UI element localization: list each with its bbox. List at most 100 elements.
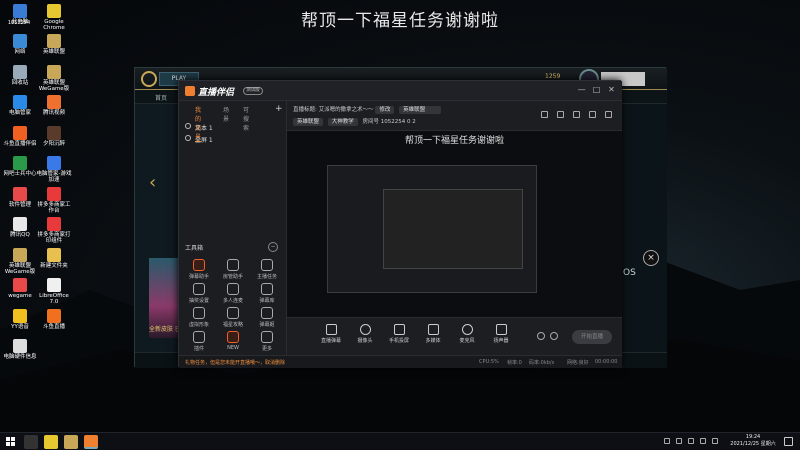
tool-button[interactable]: 主播任务: [250, 259, 284, 280]
desktop-shortcut[interactable]: 软件管理: [2, 186, 38, 208]
start-button[interactable]: [6, 437, 16, 447]
tool-button[interactable]: 弹幕助手: [182, 259, 216, 280]
ime-icon[interactable]: [712, 438, 718, 444]
tool-button[interactable]: 插件: [182, 331, 216, 352]
eye-icon[interactable]: [185, 123, 191, 129]
desktop-shortcut-label: 腾讯QQ: [10, 232, 30, 238]
tool-button[interactable]: 多人连麦: [216, 283, 250, 304]
desktop-shortcut-label: wegame: [8, 293, 32, 299]
volume-icon[interactable]: [688, 438, 694, 444]
carousel-prev-icon[interactable]: ‹: [149, 172, 156, 193]
desktop-shortcut[interactable]: LibreOffice 7.0: [36, 278, 72, 305]
currency-balance: 1259: [545, 73, 561, 80]
os-label: OS: [623, 268, 636, 278]
desktop-shortcut[interactable]: 英雄联盟 WeGame版: [2, 247, 38, 275]
tool-button[interactable]: 弹幕库: [250, 283, 284, 304]
stream-info-bar: 直播标题: 艾派嗯的撒拿之术～～ 修改 英雄联盟 英雄联盟 大神教学 房间号 1…: [287, 101, 622, 131]
desktop-shortcut[interactable]: YY语音: [2, 308, 38, 330]
taskbar: 19:24 2021/12/25 星期六: [0, 432, 800, 450]
desktop-shortcut[interactable]: 斗鱼直播: [36, 308, 72, 330]
category-select[interactable]: 英雄联盟: [399, 106, 442, 114]
fps: 帧率:0: [507, 360, 522, 366]
desktop-shortcut[interactable]: 斗鱼直播伴侣: [2, 125, 38, 147]
lol-icon[interactable]: [64, 435, 78, 449]
control-camera-button[interactable]: 摄像头: [351, 324, 379, 344]
control-phone-cast-button[interactable]: 手机投屏: [385, 324, 413, 344]
desktop-shortcut[interactable]: 英雄联盟 WeGame版: [36, 64, 72, 92]
share-icon[interactable]: [573, 111, 581, 118]
shield-icon[interactable]: [700, 438, 706, 444]
desktop-shortcut[interactable]: 英雄联盟: [36, 34, 72, 55]
desktop-shortcut[interactable]: 网吧士兵中心: [2, 156, 38, 177]
edit-button[interactable]: 修改: [375, 106, 395, 114]
tool-button[interactable]: NEW: [216, 331, 250, 351]
desktop-shortcut[interactable]: 腾讯视频: [36, 95, 72, 116]
desktop-shortcut[interactable]: 拼多多商家打印组件: [36, 217, 72, 244]
minimize-icon[interactable]: —: [577, 85, 586, 94]
network-icon[interactable]: [676, 438, 682, 444]
record-icon[interactable]: [537, 332, 545, 340]
network-icon: [13, 34, 27, 48]
eye-icon[interactable]: [185, 135, 191, 141]
tool-button[interactable]: 弹幕姬: [250, 307, 284, 328]
desktop-shortcut[interactable]: 拼多多商家工作台: [36, 186, 72, 214]
desktop-shortcut[interactable]: Google Chrome: [36, 4, 72, 31]
desktop-shortcut-label: 夕阳沉醉: [42, 140, 65, 147]
stat-b: 2: [412, 119, 416, 125]
desktop-shortcut[interactable]: 电脑管家: [2, 95, 38, 116]
desktop-shortcut[interactable]: 电脑管家-游戏加速: [36, 156, 72, 183]
desktop-shortcut[interactable]: 电脑硬件信息: [2, 339, 38, 360]
notification-icon[interactable]: [784, 437, 793, 446]
tool-button[interactable]: 福星攻略: [216, 307, 250, 328]
desktop-shortcut[interactable]: 夕阳沉醉: [36, 125, 72, 147]
tool-button[interactable]: 虚拟形象: [182, 307, 216, 328]
layout-icon[interactable]: [541, 111, 549, 118]
platform-tag[interactable]: 大神教学: [327, 118, 358, 126]
game-tag[interactable]: 英雄联盟: [293, 118, 324, 126]
lock-icon[interactable]: [557, 111, 565, 118]
collapse-icon[interactable]: −: [268, 242, 278, 252]
add-scene-button[interactable]: +: [275, 104, 283, 114]
control-media-button[interactable]: 多媒体: [419, 324, 447, 344]
tool-icon: [193, 331, 205, 343]
control-label: 直播弹幕: [320, 338, 341, 344]
control-mic-button[interactable]: 麦克风: [453, 324, 481, 344]
tray-chevron-icon[interactable]: [664, 438, 670, 444]
live-companion-icon[interactable]: [84, 435, 98, 449]
desktop-shortcut[interactable]: wegame: [2, 278, 38, 299]
control-label: 多媒体: [425, 338, 441, 344]
settings-icon[interactable]: [550, 332, 558, 340]
desktop-shortcut[interactable]: 腾讯QQ: [2, 217, 38, 238]
room-id: 1052254: [380, 119, 406, 125]
control-danmaku-button[interactable]: 直播弹幕: [317, 324, 345, 344]
go-live-button[interactable]: 开始直播: [572, 330, 612, 344]
desktop-shortcut[interactable]: 网络: [2, 34, 38, 55]
settings-icon[interactable]: [605, 111, 612, 118]
desktop-shortcut[interactable]: 回收站: [2, 64, 38, 86]
stream-preview[interactable]: 帮顶一下福星任务谢谢啦: [287, 131, 622, 317]
recycle-bin-icon: [13, 64, 27, 79]
chrome-icon[interactable]: [44, 435, 58, 449]
bell-icon[interactable]: [589, 111, 597, 118]
close-icon[interactable]: ×: [643, 250, 659, 266]
lol-wegame-icon: [13, 247, 27, 262]
desktop-shortcut-label: 网吧士兵中心: [3, 171, 37, 177]
system-clock[interactable]: 19:24 2021/12/25 星期六: [728, 434, 778, 448]
tool-button[interactable]: 抽奖设置: [182, 283, 216, 304]
desktop-shortcut[interactable]: 新建文件夹: [36, 247, 72, 269]
app-titlebar: 直播伴侣 测试版 — □ ✕: [179, 81, 622, 101]
close-icon[interactable]: ✕: [607, 85, 616, 94]
maximize-icon[interactable]: □: [592, 85, 601, 94]
app-icon: [47, 125, 61, 140]
desktop-shortcut-label: 英雄联盟 WeGame版: [4, 262, 36, 275]
tool-button[interactable]: 房管助手: [216, 259, 250, 280]
live-companion-logo-icon: [185, 86, 195, 96]
tab-searchable[interactable]: 可搜索: [243, 105, 249, 132]
live-companion-window[interactable]: 直播伴侣 测试版 — □ ✕ 我的场景 场景 可搜索 + 文本 1 全屏 1 工…: [178, 80, 622, 368]
tool-button[interactable]: 更多: [250, 331, 284, 352]
control-speaker-button[interactable]: 扬声器: [487, 324, 515, 344]
tool-icon: [261, 307, 273, 319]
tab-scenes[interactable]: 场景: [223, 105, 229, 123]
search-icon[interactable]: [24, 435, 38, 449]
nav-home[interactable]: 首页: [155, 93, 167, 102]
